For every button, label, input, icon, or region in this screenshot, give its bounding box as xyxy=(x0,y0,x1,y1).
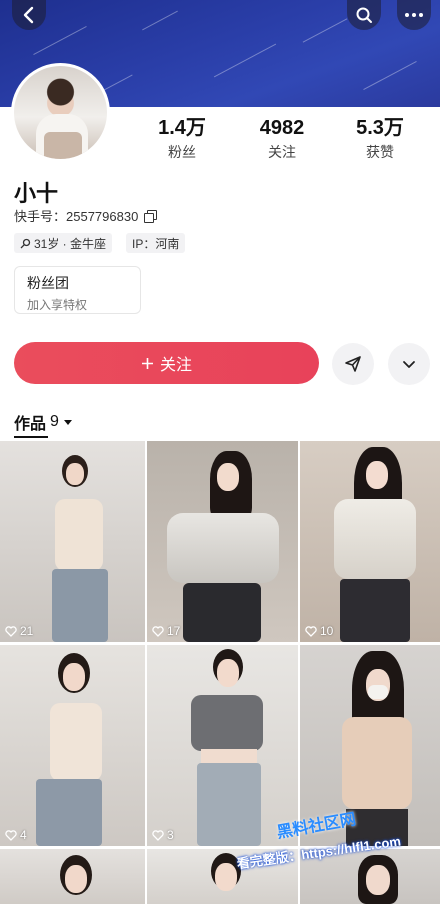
post-tile[interactable] xyxy=(0,849,145,904)
post-tile[interactable]: 21 xyxy=(0,441,145,642)
stat-value: 5.3万 xyxy=(356,117,404,139)
ip-tag-text: IP：河南 xyxy=(132,236,180,251)
stat-label: 粉丝 xyxy=(168,144,196,160)
search-icon xyxy=(356,7,372,23)
post-tile[interactable]: 17 xyxy=(147,441,298,642)
stat-label: 获赞 xyxy=(366,144,394,160)
works-count: 9 xyxy=(50,413,59,430)
caret-down-icon xyxy=(63,419,72,425)
recommend-dropdown-button[interactable] xyxy=(388,343,430,385)
fan-club-card[interactable]: 粉丝团 加入享特权 xyxy=(14,266,141,314)
more-dots-icon xyxy=(405,13,423,17)
post-likes: 10 xyxy=(305,624,333,638)
chevron-left-icon xyxy=(23,6,34,24)
fan-club-subtitle: 加入享特权 xyxy=(27,298,88,312)
age-tag: 31岁 · 金牛座 xyxy=(14,233,113,253)
send-icon xyxy=(345,356,361,372)
heart-icon xyxy=(152,625,164,637)
post-tile[interactable]: 10 xyxy=(300,441,440,642)
copy-icon[interactable] xyxy=(144,209,158,223)
avatar[interactable] xyxy=(11,63,110,162)
age-tag-text: 31岁 · 金牛座 xyxy=(34,236,107,251)
stat-following[interactable]: 4982 关注 xyxy=(237,117,327,162)
heart-icon xyxy=(5,829,17,841)
stat-likes[interactable]: 5.3万 获赞 xyxy=(335,117,425,162)
post-likes: 4 xyxy=(5,828,27,842)
post-likes-count: 3 xyxy=(167,828,174,842)
kuaishou-id-row: 快手号：2557796830 xyxy=(14,206,158,225)
stat-label: 关注 xyxy=(268,144,296,160)
kuaishou-id: 快手号：2557796830 xyxy=(14,209,139,224)
post-likes: 17 xyxy=(152,624,180,638)
post-likes-count: 21 xyxy=(20,624,34,638)
fan-club-title: 粉丝团 xyxy=(27,275,69,291)
stat-value: 1.4万 xyxy=(158,117,206,139)
gender-icon xyxy=(20,238,31,248)
heart-icon xyxy=(152,829,164,841)
follow-button[interactable]: 关注 xyxy=(14,342,319,384)
post-likes: 3 xyxy=(152,828,174,842)
tab-works[interactable]: 作品 9 xyxy=(14,410,73,434)
post-likes-count: 17 xyxy=(167,624,181,638)
stat-fans[interactable]: 1.4万 粉丝 xyxy=(137,117,227,162)
tab-indicator xyxy=(14,436,48,438)
ip-tag: IP：河南 xyxy=(126,233,186,253)
post-likes-count: 4 xyxy=(20,828,27,842)
post-tile[interactable]: 4 xyxy=(0,645,145,846)
follow-label: 关注 xyxy=(159,357,192,374)
works-label: 作品 xyxy=(14,416,47,433)
post-likes-count: 10 xyxy=(320,624,334,638)
chevron-down-icon xyxy=(403,360,415,368)
share-button[interactable] xyxy=(332,343,374,385)
post-tile[interactable]: 3 xyxy=(147,645,298,846)
stat-value: 4982 xyxy=(259,117,305,139)
profile-name: 小十 xyxy=(14,181,59,206)
heart-icon xyxy=(5,625,17,637)
heart-icon xyxy=(305,625,317,637)
plus-icon xyxy=(141,357,153,369)
post-likes: 21 xyxy=(5,624,33,638)
